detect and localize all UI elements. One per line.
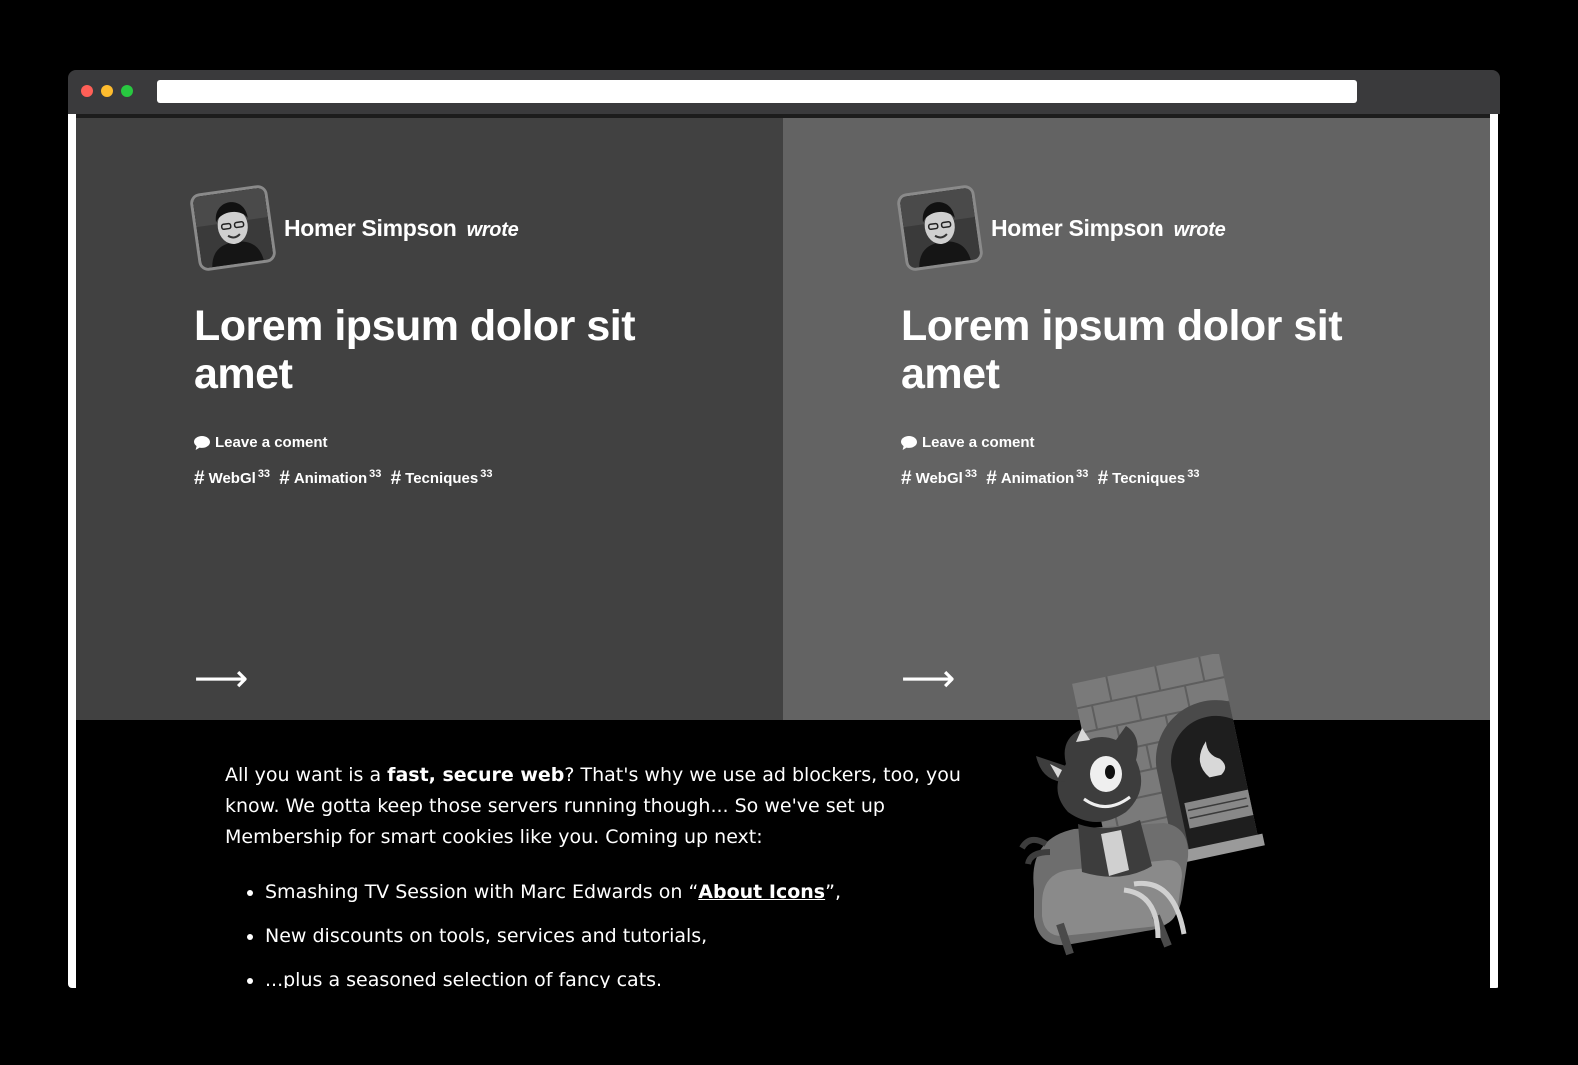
membership-promo: All you want is a fast, secure web? That… [225,760,965,988]
tag-count: 33 [1076,468,1089,480]
close-window-button[interactable] [81,85,93,97]
address-bar[interactable] [157,80,1357,103]
list-item: Smashing TV Session with Marc Edwards on… [265,877,965,908]
leave-comment-label: Leave a coment [922,434,1035,451]
hash-icon: # [901,468,912,489]
promo-list: Smashing TV Session with Marc Edwards on… [225,877,965,988]
tag-tecniques[interactable]: # Tecniques 33 [1097,468,1200,489]
tag-count: 33 [369,468,382,480]
leave-comment-link[interactable]: Leave a coment [901,434,1035,451]
tag-label: Animation [1000,470,1075,487]
leave-comment-link[interactable]: Leave a coment [194,434,328,451]
about-icons-link[interactable]: About Icons [698,881,825,903]
viewport-right-edge [1490,114,1498,988]
tag-animation[interactable]: # Animation 33 [986,468,1089,489]
browser-titlebar [68,70,1500,114]
list-item: New discounts on tools, services and tut… [265,921,965,952]
avatar[interactable] [188,183,278,273]
article-card[interactable]: Homer Simpson wrote Lorem ipsum dolor si… [783,118,1490,720]
article-title[interactable]: Lorem ipsum dolor sit amet [901,302,1381,398]
tag-label: Animation [293,470,368,487]
list-item: ...plus a seasoned selection of fancy ca… [265,965,965,988]
avatar[interactable] [895,183,985,273]
list-item-prefix: Smashing TV Session with Marc Edwards on… [265,881,699,903]
author-name-line: Homer Simpson wrote [284,215,519,242]
browser-window: Homer Simpson wrote Lorem ipsum dolor si… [68,70,1500,988]
hash-icon: # [390,468,402,489]
hash-icon: # [279,468,290,489]
tag-webgl[interactable]: # WebGl 33 [194,468,271,489]
tag-list: # WebGl 33 # Animation 33 # Tecniques 33 [901,468,1204,490]
tag-list: # WebGl 33 # Animation 33 # Tecniques 33 [194,468,497,490]
author-name[interactable]: Homer Simpson [991,215,1164,241]
article-title[interactable]: Lorem ipsum dolor sit amet [194,302,674,398]
tag-count: 33 [480,468,493,480]
tag-label: WebGl [915,470,963,487]
tag-label: WebGl [208,470,256,487]
tag-tecniques[interactable]: # Tecniques 33 [390,468,493,489]
viewport-left-edge [68,114,76,988]
tag-count: 33 [1187,468,1200,480]
leave-comment-label: Leave a coment [215,434,328,451]
article-card[interactable]: Homer Simpson wrote Lorem ipsum dolor si… [76,118,783,720]
author-name-line: Homer Simpson wrote [991,215,1226,242]
hash-icon: # [986,468,997,489]
arrow-right-icon[interactable]: ⟶ [194,658,248,698]
tag-count: 33 [257,468,271,480]
hash-icon: # [1097,468,1109,489]
minimize-window-button[interactable] [101,85,113,97]
maximize-window-button[interactable] [121,85,133,97]
tag-label: Tecniques [1112,470,1186,487]
speech-bubble-icon [901,435,917,450]
tag-count: 33 [964,468,978,480]
cat-by-fireplace-illustration [1019,654,1265,956]
author-name[interactable]: Homer Simpson [284,215,457,241]
list-item-suffix: ”, [825,881,841,903]
wrote-label: wrote [1173,218,1226,241]
speech-bubble-icon [194,435,210,450]
promo-intro-bold: fast, secure web [387,764,565,786]
hash-icon: # [194,468,205,489]
tag-webgl[interactable]: # WebGl 33 [901,468,978,489]
promo-intro-prefix: All you want is a [225,764,388,786]
wrote-label: wrote [466,218,519,241]
tag-label: Tecniques [405,470,479,487]
promo-intro: All you want is a fast, secure web? That… [225,760,965,853]
arrow-right-icon[interactable]: ⟶ [901,658,955,698]
article-author: Homer Simpson wrote [188,183,519,273]
tag-animation[interactable]: # Animation 33 [279,468,382,489]
article-author: Homer Simpson wrote [895,183,1226,273]
